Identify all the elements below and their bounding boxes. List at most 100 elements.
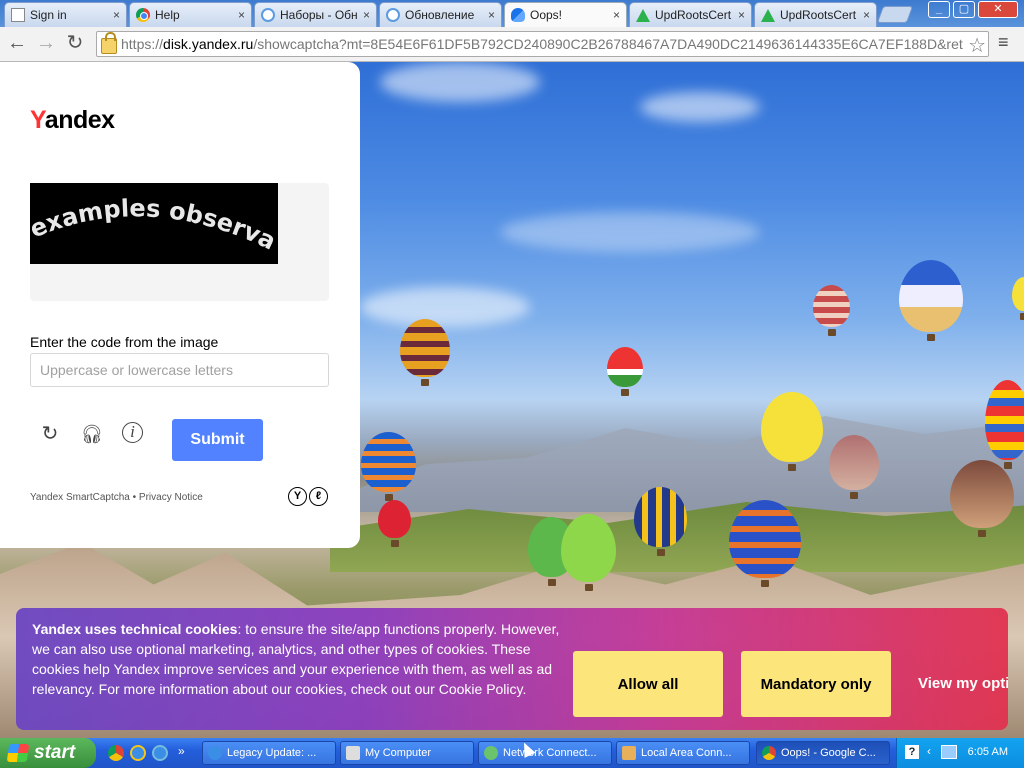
svg-text:examples observation: examples observation: [30, 183, 278, 256]
view-options-button[interactable]: View my opti: [918, 675, 1008, 692]
tab-label: Help: [155, 8, 180, 22]
cookie-banner: Yandex uses technical cookies: to ensure…: [16, 608, 1008, 730]
computer-icon: [346, 746, 360, 760]
balloon: [561, 514, 616, 591]
url-path: /showcaptcha?mt=8E54E6F61DF5B792CD240890…: [253, 36, 963, 52]
lock-icon: [101, 32, 117, 54]
allow-all-button[interactable]: Allow all: [573, 651, 723, 717]
captcha-image-container: examples observation: [30, 183, 329, 301]
browser-toolbar: ← → ↻ https://disk.yandex.ru/showcaptcha…: [0, 27, 1024, 62]
ie-icon[interactable]: [152, 745, 168, 761]
minimize-button[interactable]: _: [928, 1, 950, 18]
tab-label: Наборы - Обн: [280, 8, 358, 22]
tab-obnovlenie[interactable]: Обновление ×: [379, 2, 502, 27]
drive-icon: [636, 8, 650, 22]
tab-close-icon[interactable]: ×: [488, 8, 495, 22]
taskbar: start » Legacy Update: ... My Computer N…: [0, 738, 1024, 768]
forward-arrow-icon[interactable]: →: [34, 32, 58, 56]
captcha-text: examples observation: [30, 183, 278, 256]
help-icon[interactable]: ?: [905, 745, 919, 759]
cookie-text: Yandex uses technical cookies: to ensure…: [32, 621, 560, 697]
windows-logo-icon: [6, 744, 30, 762]
tray-expand-icon[interactable]: ‹: [927, 744, 931, 758]
tab-close-icon[interactable]: ×: [363, 8, 370, 22]
quicklaunch-expand-icon[interactable]: »: [178, 744, 185, 758]
refresh-icon[interactable]: ↻: [38, 422, 62, 446]
balloon: [899, 260, 963, 341]
taskbar-button-chrome-oops[interactable]: Oops! - Google C...: [756, 741, 890, 765]
headphones-icon[interactable]: 🎧︎: [80, 422, 104, 446]
submit-button[interactable]: Submit: [172, 419, 263, 461]
back-arrow-icon[interactable]: ←: [5, 32, 29, 56]
ie-icon[interactable]: [130, 745, 146, 761]
tab-close-icon[interactable]: ×: [738, 8, 745, 22]
bookmark-star-icon[interactable]: ☆: [968, 33, 986, 56]
maximize-button[interactable]: ▢: [953, 1, 975, 18]
start-button[interactable]: start: [0, 738, 96, 768]
reload-icon[interactable]: ↻: [63, 32, 87, 56]
tab-oops[interactable]: Oops! ×: [504, 2, 627, 27]
tab-close-icon[interactable]: ×: [613, 8, 620, 22]
captcha-prompt: Enter the code from the image: [30, 334, 219, 350]
balloon: [950, 460, 1014, 537]
smartcaptcha-privacy-link[interactable]: Yandex SmartCaptcha • Privacy Notice: [30, 492, 203, 503]
url-host: disk.yandex.ru: [163, 36, 254, 52]
captcha-card: Yandex examples observation Enter the co…: [0, 62, 360, 548]
tab-close-icon[interactable]: ×: [238, 8, 245, 22]
clock: 6:05 AM: [967, 746, 1008, 758]
tab-help[interactable]: Help ×: [129, 2, 252, 27]
browser-tab-strip: Sign in × Help × Наборы - Обн × Обновлен…: [0, 0, 1024, 27]
system-tray: ? ‹ 6:05 AM: [896, 738, 1024, 768]
info-icon[interactable]: i: [122, 422, 143, 443]
balloon: [378, 500, 411, 547]
tab-nabory[interactable]: Наборы - Обн ×: [254, 2, 377, 27]
balloon: [829, 435, 879, 499]
menu-icon[interactable]: ≡: [998, 32, 1009, 53]
balloon: [607, 347, 643, 396]
balloon: [400, 319, 450, 386]
cookie-policy-link[interactable]: Cookie Policy: [439, 681, 523, 697]
taskbar-button-my-computer[interactable]: My Computer: [340, 741, 474, 765]
ie-icon: [208, 746, 222, 760]
taskbar-button-network-connections[interactable]: Network Connect...: [478, 741, 612, 765]
tab-label: Oops!: [530, 8, 563, 22]
balloon: [729, 500, 801, 587]
taskbar-button-legacy-update[interactable]: Legacy Update: ...: [202, 741, 336, 765]
drive-icon: [761, 8, 775, 22]
smartcaptcha-logo: Yℓ: [288, 487, 328, 506]
balloon: [1012, 277, 1024, 320]
tab-label: Обновление: [405, 8, 475, 22]
tab-updroots-2[interactable]: UpdRootsCert ×: [754, 2, 877, 27]
close-window-button[interactable]: ✕: [978, 1, 1018, 18]
network-icon: [484, 746, 498, 760]
new-tab-button[interactable]: [876, 6, 914, 23]
url-scheme: https://: [121, 36, 164, 52]
tab-label: Sign in: [30, 8, 67, 22]
chrome-icon[interactable]: [108, 745, 124, 761]
yandex-logo[interactable]: Yandex: [30, 106, 115, 135]
balloon: [361, 432, 416, 501]
balloon: [761, 392, 823, 471]
chrome-icon: [762, 746, 776, 760]
network-tray-icon[interactable]: [941, 745, 957, 759]
address-bar[interactable]: https://disk.yandex.ru/showcaptcha?mt=8E…: [96, 31, 989, 57]
page-icon: [11, 8, 25, 22]
yandex-icon: [261, 8, 275, 22]
tab-label: UpdRootsCert: [655, 8, 732, 22]
disk-icon: [511, 8, 525, 22]
tab-label: UpdRootsCert: [780, 8, 857, 22]
yandex-icon: [386, 8, 400, 22]
network-icon: [622, 746, 636, 760]
tab-close-icon[interactable]: ×: [863, 8, 870, 22]
captcha-code-input[interactable]: [30, 353, 329, 387]
tab-close-icon[interactable]: ×: [113, 8, 120, 22]
balloon: [813, 285, 850, 336]
captcha-image: examples observation: [30, 183, 278, 264]
mandatory-only-button[interactable]: Mandatory only: [741, 651, 891, 717]
balloon: [634, 487, 687, 556]
balloon: [985, 380, 1024, 469]
tab-updroots-1[interactable]: UpdRootsCert ×: [629, 2, 752, 27]
tab-sign-in[interactable]: Sign in ×: [4, 2, 127, 27]
taskbar-button-local-area-connection[interactable]: Local Area Conn...: [616, 741, 750, 765]
chrome-icon: [136, 8, 150, 22]
